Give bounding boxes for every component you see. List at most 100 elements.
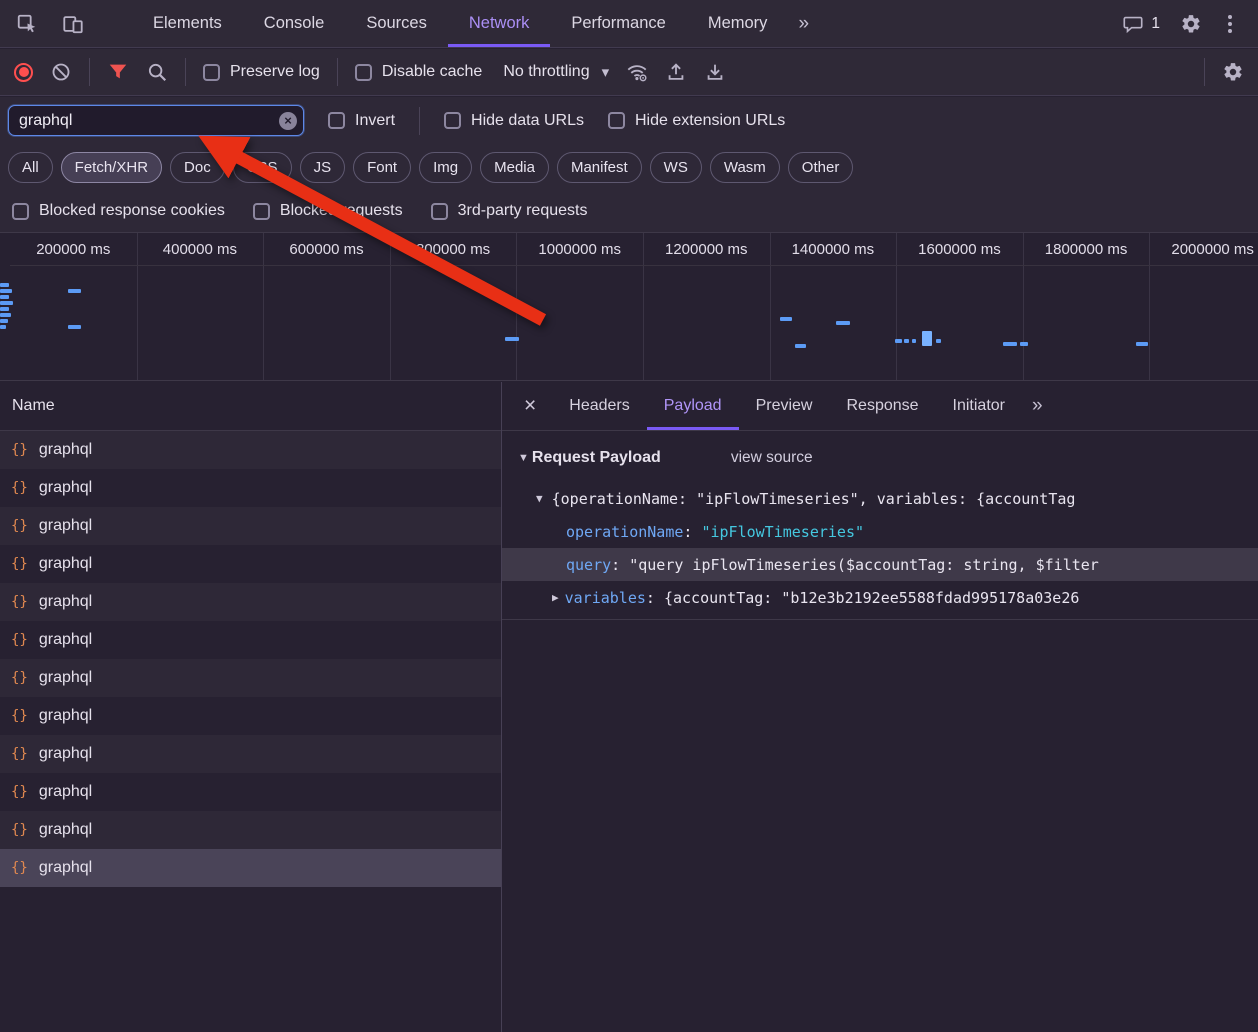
payload-query-row-selected[interactable]: query : "query ipFlowTimeseries($account… — [502, 548, 1258, 581]
payload-value: "ipFlowTimeseries" — [701, 523, 864, 541]
pill-css[interactable]: CSS — [233, 152, 292, 183]
request-row[interactable]: graphql — [0, 621, 501, 659]
network-conditions-icon[interactable] — [626, 61, 648, 83]
preserve-log-checkbox[interactable] — [203, 64, 220, 81]
hide-extension-urls-group: Hide extension URLs — [608, 112, 785, 130]
invert-label: Invert — [355, 112, 395, 130]
third-party-checkbox[interactable] — [431, 203, 448, 220]
more-tabs-icon[interactable] — [788, 0, 819, 47]
name-column-header[interactable]: Name — [0, 382, 501, 431]
chevron-down-icon — [602, 63, 610, 82]
tick-label: 1200000 ms — [643, 233, 770, 265]
toolbar-divider — [1204, 58, 1205, 86]
request-row[interactable]: graphql — [0, 735, 501, 773]
request-name: graphql — [39, 783, 92, 801]
pill-wasm[interactable]: Wasm — [710, 152, 780, 183]
pill-all[interactable]: All — [8, 152, 53, 183]
import-har-icon[interactable] — [665, 61, 687, 83]
request-row[interactable]: graphql — [0, 431, 501, 469]
fetch-braces-icon — [11, 594, 28, 610]
kebab-menu-icon[interactable] — [1228, 22, 1232, 26]
disclosure-triangle-icon[interactable] — [518, 452, 529, 464]
pill-other[interactable]: Other — [788, 152, 854, 183]
settings-gear-icon[interactable] — [1180, 13, 1202, 35]
tab-performance[interactable]: Performance — [550, 0, 686, 47]
request-name: graphql — [39, 669, 92, 687]
blocked-cookies-checkbox[interactable] — [12, 203, 29, 220]
request-row[interactable]: graphql — [0, 583, 501, 621]
disable-cache-group: Disable cache — [355, 63, 483, 81]
tick-label: 1800000 ms — [1023, 233, 1150, 265]
detail-tab-payload[interactable]: Payload — [647, 382, 739, 430]
payload-operation-row[interactable]: operationName : "ipFlowTimeseries" — [502, 515, 1258, 548]
detail-tab-initiator[interactable]: Initiator — [936, 382, 1022, 430]
close-icon[interactable] — [508, 382, 552, 430]
pill-fetch-xhr[interactable]: Fetch/XHR — [61, 152, 162, 183]
disclosure-triangle-icon[interactable] — [536, 492, 543, 505]
tick-label: 600000 ms — [263, 233, 390, 265]
throttling-select[interactable]: No throttling — [503, 63, 609, 82]
payload-content: Request Payload view source {operationNa… — [502, 431, 1258, 620]
fetch-braces-icon — [11, 708, 28, 724]
filter-input-wrap — [8, 105, 304, 136]
payload-variables-row[interactable]: variables : {accountTag: "b12e3b2192ee55… — [502, 581, 1258, 614]
tab-memory[interactable]: Memory — [687, 0, 789, 47]
pill-ws[interactable]: WS — [650, 152, 702, 183]
request-row[interactable]: graphql — [0, 697, 501, 735]
request-row[interactable]: graphql — [0, 811, 501, 849]
tab-sources[interactable]: Sources — [345, 0, 448, 47]
blocked-requests-checkbox[interactable] — [253, 203, 270, 220]
pill-doc[interactable]: Doc — [170, 152, 225, 183]
tab-console[interactable]: Console — [243, 0, 346, 47]
clear-filter-icon[interactable] — [279, 112, 297, 130]
tab-elements[interactable]: Elements — [132, 0, 243, 47]
clear-log-icon[interactable] — [50, 61, 72, 83]
detail-tab-response[interactable]: Response — [829, 382, 935, 430]
third-party-label: 3rd-party requests — [458, 202, 588, 220]
more-detail-tabs-icon[interactable] — [1022, 395, 1053, 417]
network-filter-bar: Invert Hide data URLs Hide extension URL… — [0, 97, 1258, 144]
detail-tab-headers[interactable]: Headers — [552, 382, 646, 430]
request-row[interactable]: graphql — [0, 469, 501, 507]
pill-img[interactable]: Img — [419, 152, 472, 183]
devtools-tabs: Elements Console Sources Network Perform… — [132, 0, 819, 47]
pill-manifest[interactable]: Manifest — [557, 152, 642, 183]
request-row[interactable]: graphql — [0, 507, 501, 545]
request-row[interactable]: graphql — [0, 545, 501, 583]
preserve-log-group: Preserve log — [203, 63, 320, 81]
fetch-braces-icon — [11, 442, 28, 458]
record-button[interactable] — [14, 63, 33, 82]
fetch-braces-icon — [11, 480, 28, 496]
fetch-braces-icon — [11, 632, 28, 648]
payload-key: variables — [565, 589, 646, 607]
network-settings-gear-icon[interactable] — [1222, 61, 1244, 83]
fetch-braces-icon — [11, 670, 28, 686]
view-source-link[interactable]: view source — [731, 449, 813, 467]
export-har-icon[interactable] — [704, 61, 726, 83]
request-row-selected[interactable]: graphql — [0, 849, 501, 887]
pill-media[interactable]: Media — [480, 152, 549, 183]
filter-input[interactable] — [8, 105, 304, 136]
throttling-value: No throttling — [503, 63, 589, 81]
tick-label: 1600000 ms — [896, 233, 1023, 265]
request-row[interactable]: graphql — [0, 659, 501, 697]
hide-data-urls-checkbox[interactable] — [444, 112, 461, 129]
invert-checkbox[interactable] — [328, 112, 345, 129]
payload-value: "query ipFlowTimeseries($accountTag: str… — [629, 556, 1099, 574]
request-row[interactable]: graphql — [0, 773, 501, 811]
payload-preview-row[interactable]: {operationName: "ipFlowTimeseries", vari… — [502, 482, 1258, 515]
pill-js[interactable]: JS — [300, 152, 346, 183]
detail-tab-preview[interactable]: Preview — [739, 382, 830, 430]
pill-font[interactable]: Font — [353, 152, 411, 183]
blocked-cookies-group: Blocked response cookies — [12, 202, 225, 220]
disclosure-triangle-icon[interactable] — [552, 591, 559, 604]
hide-data-urls-group: Hide data URLs — [444, 112, 584, 130]
search-icon[interactable] — [146, 61, 168, 83]
disable-cache-checkbox[interactable] — [355, 64, 372, 81]
device-toolbar-icon[interactable] — [62, 13, 84, 35]
filter-funnel-icon[interactable] — [107, 61, 129, 83]
hide-extension-urls-checkbox[interactable] — [608, 112, 625, 129]
tab-network[interactable]: Network — [448, 0, 551, 47]
inspect-element-icon[interactable] — [16, 13, 38, 35]
issues-indicator[interactable]: 1 — [1122, 13, 1160, 35]
